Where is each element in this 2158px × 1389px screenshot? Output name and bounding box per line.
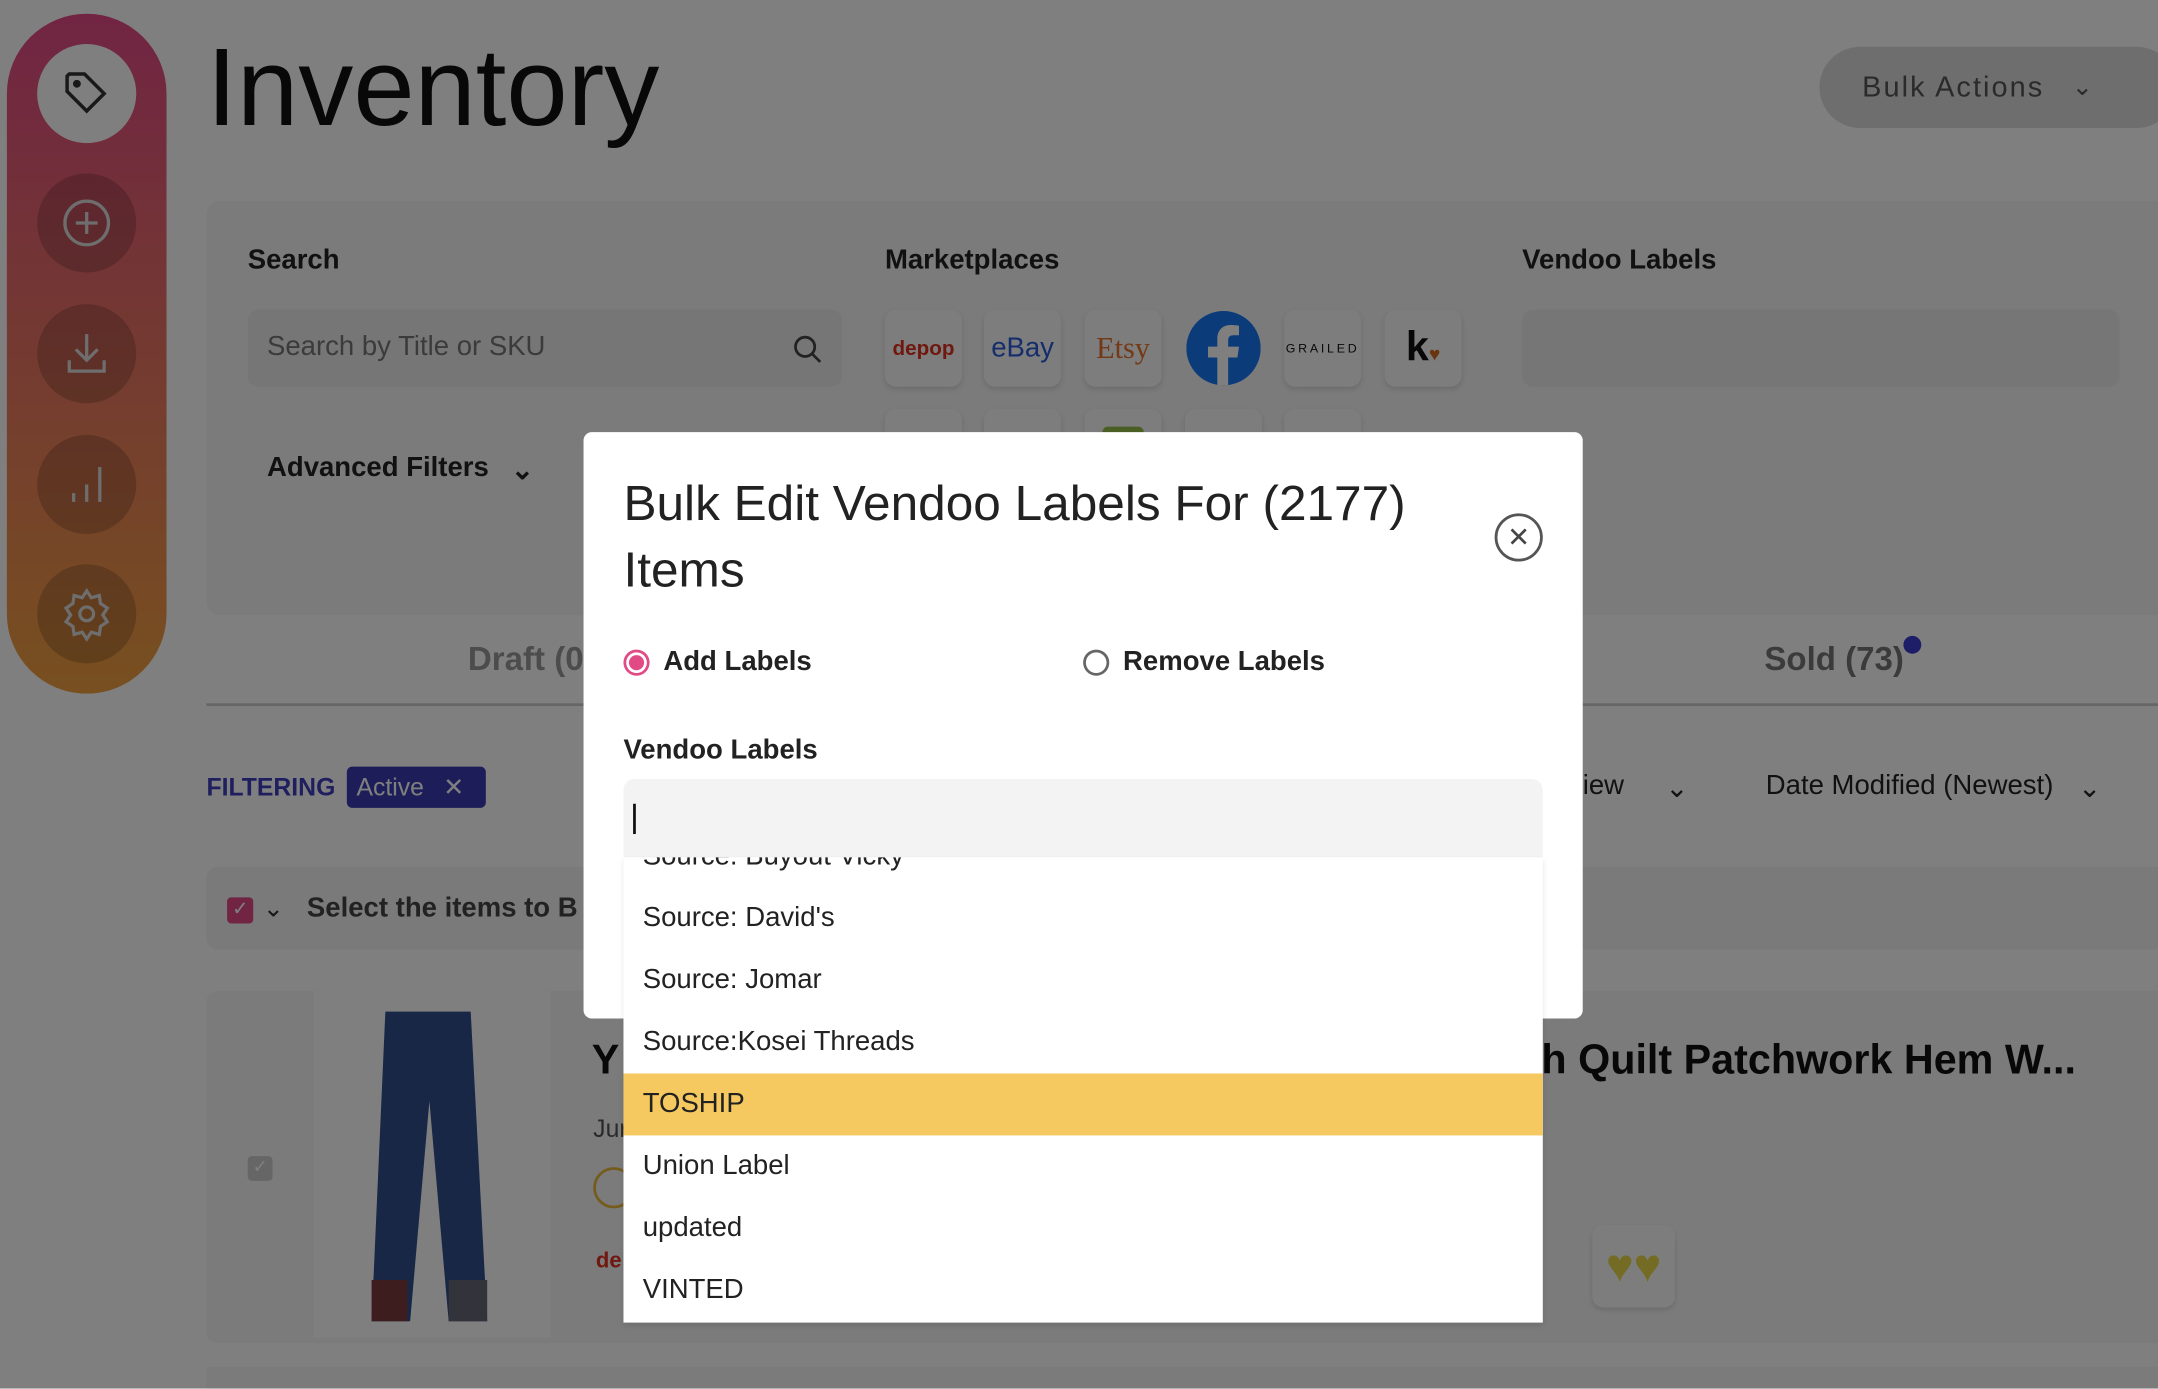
labels-dropdown-list[interactable]: Source: Buyout Vicky Source: David's Sou… [623,857,1543,1323]
add-labels-label: Add Labels [663,646,812,678]
close-modal-button[interactable]: ✕ [1494,513,1543,562]
text-cursor [633,803,636,835]
dropdown-option[interactable]: Source: Buyout Vicky [623,857,1542,887]
vendoo-labels-field-label: Vendoo Labels [623,734,818,766]
dropdown-option[interactable]: Source: David's [623,888,1542,950]
radio-selected-icon [623,649,650,676]
modal-title: Bulk Edit Vendoo Labels For (2177) Items [623,474,1406,598]
vendoo-labels-input[interactable] [623,778,1543,858]
inventory-page: Inventory Bulk Actions ⌄ Search Search b… [0,0,2158,1389]
radio-unselected-icon [1083,649,1110,676]
remove-labels-label: Remove Labels [1123,646,1325,678]
close-icon: ✕ [1507,522,1531,554]
remove-labels-radio[interactable]: Remove Labels [1083,647,1325,679]
dropdown-option-highlighted[interactable]: TOSHIP [623,1073,1543,1136]
dropdown-option[interactable]: Source: Jomar [623,950,1542,1012]
dropdown-option[interactable]: Source:Kosei Threads [623,1012,1542,1074]
add-labels-radio[interactable]: Add Labels [623,646,812,679]
dropdown-option[interactable]: VINTED [623,1259,1542,1321]
dropdown-option[interactable]: updated [623,1197,1542,1259]
dropdown-option[interactable]: Union Label [623,1135,1542,1197]
